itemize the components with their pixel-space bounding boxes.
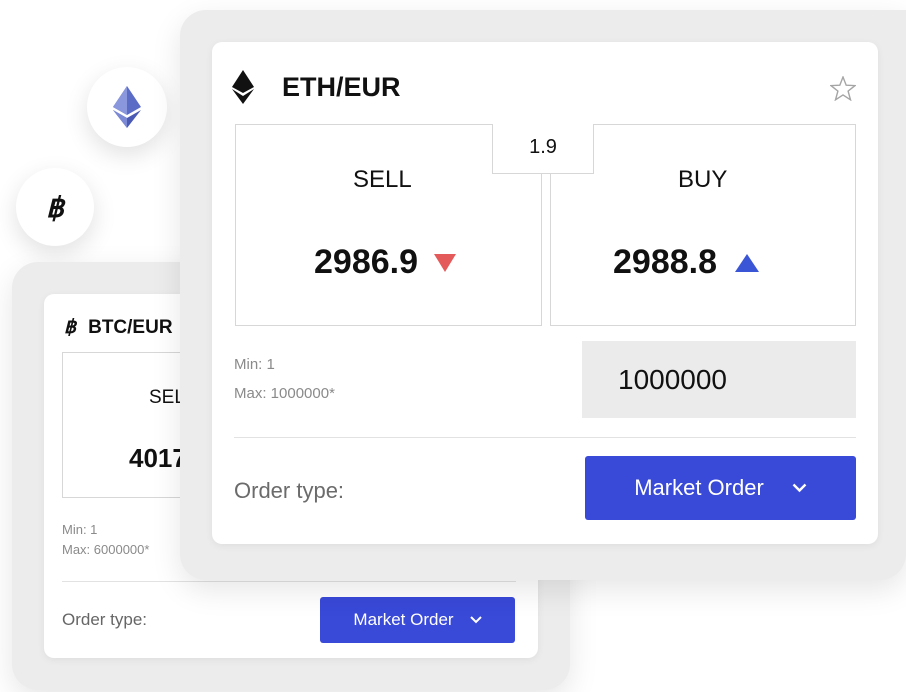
eth-divider: [234, 437, 856, 438]
star-icon[interactable]: [830, 76, 856, 101]
btc-divider: [62, 581, 516, 582]
eth-order-type-label: Order type:: [234, 478, 345, 503]
bitcoin-icon: ฿: [46, 191, 64, 223]
btc-max-text: Max: 6000000*: [62, 542, 150, 557]
eth-sell-price: 2986.9: [314, 243, 418, 281]
eth-buy-price: 2988.8: [613, 243, 717, 281]
eth-spread-value: 1.9: [529, 136, 557, 158]
chevron-down-icon: [469, 616, 482, 624]
ethereum-icon: [113, 86, 141, 128]
eth-trade-card: ETH/EUR SELL 2986.9 BUY 2988.8 1.9 Min: …: [212, 42, 878, 544]
btc-order-type-value: Market Order: [353, 610, 454, 629]
eth-buy-box[interactable]: BUY 2988.8: [550, 124, 856, 326]
eth-amount-value: 1000000: [618, 364, 728, 395]
eth-min-text: Min: 1: [234, 356, 275, 373]
eth-order-type-dropdown[interactable]: Market Order: [585, 456, 856, 520]
eth-amount-field[interactable]: 1000000: [582, 341, 856, 418]
eth-buy-label: BUY: [678, 166, 728, 193]
btc-order-type-label: Order type:: [62, 610, 148, 629]
btc-pair-title: BTC/EUR: [88, 316, 173, 338]
btc-min-text: Min: 1: [62, 522, 98, 537]
btc-order-type-dropdown[interactable]: Market Order: [320, 597, 515, 643]
eth-max-text: Max: 1000000*: [234, 385, 335, 402]
ethereum-coin-chip: [87, 67, 167, 147]
chevron-down-icon: [792, 483, 807, 493]
eth-spread-tab: 1.9: [492, 124, 594, 174]
bitcoin-coin-chip: ฿: [16, 168, 94, 246]
ethereum-icon: [232, 70, 254, 104]
arrow-down-icon: [434, 253, 456, 272]
arrow-up-icon: [735, 253, 759, 272]
bitcoin-icon: ฿: [64, 317, 77, 338]
btc-sell-price: 4017: [129, 443, 187, 473]
eth-sell-label: SELL: [353, 166, 412, 193]
eth-order-type-value: Market Order: [634, 475, 764, 500]
eth-pair-title: ETH/EUR: [282, 71, 401, 102]
